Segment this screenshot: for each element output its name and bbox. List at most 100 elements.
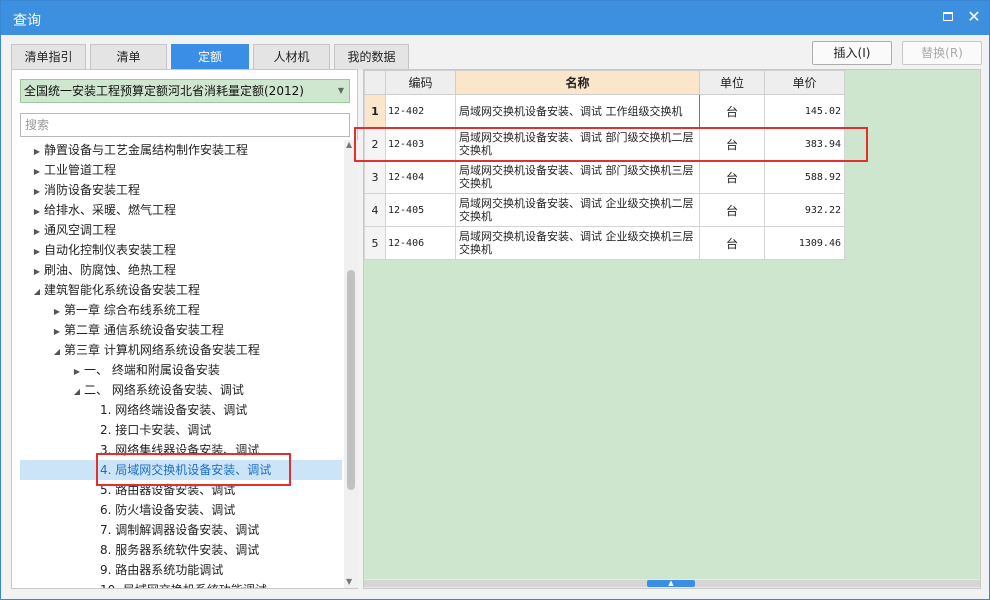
tree-item-label: 10. 局域网交换机系统功能调试 xyxy=(100,583,267,588)
tree-scrollbar[interactable]: ▲ ▼ xyxy=(344,140,358,588)
tab-my-data[interactable]: 我的数据 xyxy=(334,44,409,70)
tree-item-label: 工业管道工程 xyxy=(44,163,117,177)
maximize-icon[interactable] xyxy=(939,8,957,26)
cell-code[interactable]: 12-405 xyxy=(385,193,456,227)
search-input[interactable] xyxy=(20,113,350,137)
chevron-right-icon[interactable]: ▶ xyxy=(30,222,44,242)
tree-item[interactable]: 2. 接口卡安装、调试 xyxy=(12,420,342,440)
chevron-right-icon[interactable]: ▶ xyxy=(50,322,64,342)
chevron-down-icon[interactable]: ◢ xyxy=(30,282,44,302)
chevron-right-icon[interactable]: ▶ xyxy=(30,242,44,262)
tree-item-label: 通风空调工程 xyxy=(44,223,117,237)
cell-code[interactable]: 12-402 xyxy=(385,94,456,128)
chevron-down-icon: ▼ xyxy=(337,86,344,95)
close-icon[interactable]: ✕ xyxy=(965,8,983,26)
tree-item-label: 二、 网络系统设备安装、调试 xyxy=(84,383,244,397)
tree-item-label: 8. 服务器系统软件安装、调试 xyxy=(100,543,260,557)
cell-price[interactable]: 145.02 xyxy=(764,94,845,128)
cell-name[interactable]: 局域网交换机设备安装、调试 工作组级交换机 xyxy=(455,94,700,128)
tree-item[interactable]: 10. 局域网交换机系统功能调试 xyxy=(12,580,342,588)
tree-item[interactable]: ◢ 二、 网络系统设备安装、调试 xyxy=(12,380,342,400)
tree-item[interactable]: ◢ 建筑智能化系统设备安装工程 xyxy=(12,280,342,300)
header-name[interactable]: 名称 xyxy=(455,70,700,95)
highlight-box-row xyxy=(354,127,868,162)
title-bar: 查询 ✕ xyxy=(1,1,989,35)
scrollbar-thumb[interactable] xyxy=(347,270,355,490)
tree-item[interactable]: ▶ 一、 终端和附属设备安装 xyxy=(12,360,342,380)
tree-item[interactable]: ◢ 第三章 计算机网络系统设备安装工程 xyxy=(12,340,342,360)
header-code[interactable]: 编码 xyxy=(385,70,456,95)
scroll-down-icon[interactable]: ▼ xyxy=(346,577,352,586)
category-tree: ▶ 静置设备与工艺金属结构制作安装工程 ▶ 工业管道工程 ▶ 消防设备安装工程 ▶ 给排水、采… xyxy=(12,140,342,588)
cell-code[interactable]: 12-406 xyxy=(385,226,456,260)
header-price[interactable]: 单价 xyxy=(764,70,845,95)
tree-item-label: 第三章 计算机网络系统设备安装工程 xyxy=(64,343,260,357)
table-row[interactable]: 1 12-402 局域网交换机设备安装、调试 工作组级交换机台 145.02 xyxy=(364,94,845,128)
tree-item[interactable]: 1. 网络终端设备安装、调试 xyxy=(12,400,342,420)
cell-unit[interactable]: 台 xyxy=(699,94,765,128)
cell-unit[interactable]: 台 xyxy=(699,193,765,227)
tree-item-label: 1. 网络终端设备安装、调试 xyxy=(100,403,248,417)
table-row[interactable]: 4 12-405 局域网交换机设备安装、调试 企业级交换机二层交换机台 932.22 xyxy=(364,193,845,227)
scroll-up-icon[interactable]: ▲ xyxy=(346,140,352,149)
tree-item[interactable]: 7. 调制解调器设备安装、调试 xyxy=(12,520,342,540)
tree-item-label: 自动化控制仪表安装工程 xyxy=(44,243,177,257)
row-number[interactable]: 4 xyxy=(364,193,386,227)
highlight-box-tree xyxy=(96,453,291,486)
left-panel: 全国统一安装工程预算定额河北省消耗量定额(2012) ▼ ▶静置设备与工艺金属结… xyxy=(11,69,358,589)
tree-item-label: 刷油、防腐蚀、绝热工程 xyxy=(44,263,177,277)
tree-item[interactable]: 8. 服务器系统软件安装、调试 xyxy=(12,540,342,560)
row-number[interactable]: 1 xyxy=(364,94,386,128)
cell-code[interactable]: 12-404 xyxy=(385,160,456,194)
library-select-value: 全国统一安装工程预算定额河北省消耗量定额(2012) xyxy=(24,84,304,98)
cell-name[interactable]: 局域网交换机设备安装、调试 企业级交换机三层交换机 xyxy=(455,226,700,260)
splitter-handle[interactable]: ▲ xyxy=(647,580,695,587)
table-body: 1 12-402 局域网交换机设备安装、调试 工作组级交换机台 145.02 2 12-4… xyxy=(364,94,845,260)
tree-item[interactable]: 6. 防火墙设备安装、调试 xyxy=(12,500,342,520)
tree-item[interactable]: ▶ 自动化控制仪表安装工程 xyxy=(12,240,342,260)
tab-bill-guide[interactable]: 清单指引 xyxy=(11,44,86,70)
table-row[interactable]: 3 12-404 局域网交换机设备安装、调试 部门级交换机三层交换机台 588.92 xyxy=(364,160,845,194)
tree-item[interactable]: ▶ 刷油、防腐蚀、绝热工程 xyxy=(12,260,342,280)
tab-bill[interactable]: 清单 xyxy=(90,44,167,70)
tree-item-label: 静置设备与工艺金属结构制作安装工程 xyxy=(44,143,249,157)
cell-price[interactable]: 588.92 xyxy=(764,160,845,194)
chevron-down-icon[interactable]: ◢ xyxy=(50,342,64,362)
cell-price[interactable]: 1309.46 xyxy=(764,226,845,260)
tree-item[interactable]: ▶ 第一章 综合布线系统工程 xyxy=(12,300,342,320)
tree-item[interactable]: ▶ 静置设备与工艺金属结构制作安装工程 xyxy=(12,140,342,160)
cell-unit[interactable]: 台 xyxy=(699,160,765,194)
chevron-right-icon[interactable]: ▶ xyxy=(30,262,44,282)
header-rownum xyxy=(364,70,386,95)
tree-item[interactable]: ▶ 消防设备安装工程 xyxy=(12,180,342,200)
cell-name[interactable]: 局域网交换机设备安装、调试 企业级交换机二层交换机 xyxy=(455,193,700,227)
table-row[interactable]: 5 12-406 局域网交换机设备安装、调试 企业级交换机三层交换机台 1309.46 xyxy=(364,226,845,260)
tree-item[interactable]: ▶ 通风空调工程 xyxy=(12,220,342,240)
tree-item-label: 9. 路由器系统功能调试 xyxy=(100,563,224,577)
row-number[interactable]: 5 xyxy=(364,226,386,260)
table-header-row: 编码 名称 单位 单价 xyxy=(364,70,845,95)
insert-button[interactable]: 插入(I) xyxy=(812,41,892,65)
chevron-right-icon[interactable]: ▶ xyxy=(70,362,84,382)
chevron-down-icon[interactable]: ◢ xyxy=(70,382,84,402)
chevron-right-icon[interactable]: ▶ xyxy=(30,162,44,182)
chevron-right-icon[interactable]: ▶ xyxy=(30,142,44,162)
chevron-right-icon[interactable]: ▶ xyxy=(50,302,64,322)
row-number[interactable]: 3 xyxy=(364,160,386,194)
tree-item[interactable]: ▶ 给排水、采暖、燃气工程 xyxy=(12,200,342,220)
tree-item[interactable]: 9. 路由器系统功能调试 xyxy=(12,560,342,580)
chevron-right-icon[interactable]: ▶ xyxy=(30,182,44,202)
chevron-right-icon[interactable]: ▶ xyxy=(30,202,44,222)
cell-name[interactable]: 局域网交换机设备安装、调试 部门级交换机三层交换机 xyxy=(455,160,700,194)
tree-item-label: 7. 调制解调器设备安装、调试 xyxy=(100,523,260,537)
header-unit[interactable]: 单位 xyxy=(699,70,765,95)
cell-price[interactable]: 932.22 xyxy=(764,193,845,227)
tab-quota[interactable]: 定额 xyxy=(171,44,249,70)
tree-item[interactable]: ▶ 第二章 通信系统设备安装工程 xyxy=(12,320,342,340)
tree-item-label: 建筑智能化系统设备安装工程 xyxy=(44,283,201,297)
tree-item[interactable]: ▶ 工业管道工程 xyxy=(12,160,342,180)
cell-unit[interactable]: 台 xyxy=(699,226,765,260)
tab-labor-material[interactable]: 人材机 xyxy=(253,44,330,70)
library-select[interactable]: 全国统一安装工程预算定额河北省消耗量定额(2012) ▼ xyxy=(20,79,350,103)
replace-button[interactable]: 替换(R) xyxy=(902,41,982,65)
